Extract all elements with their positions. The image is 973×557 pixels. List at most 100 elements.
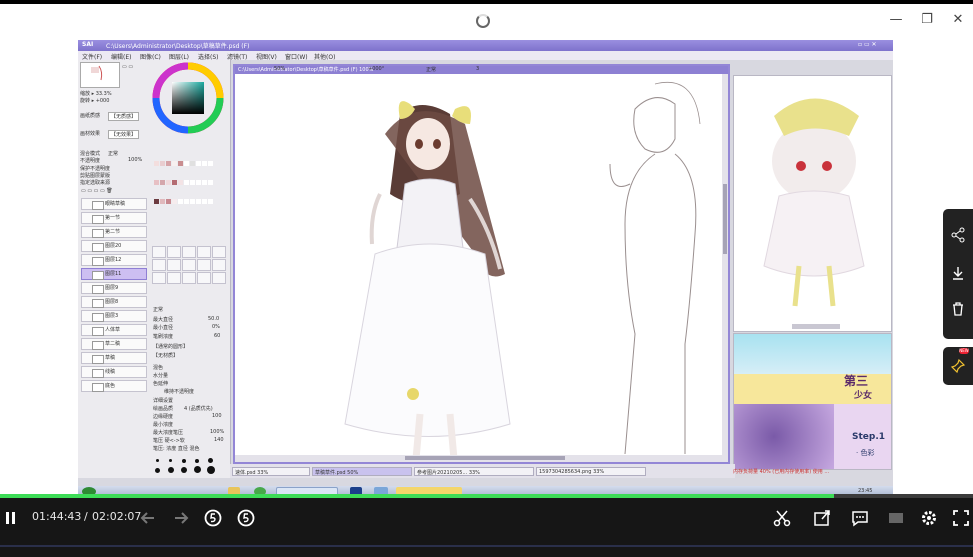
layer-buttons[interactable]: ▭ ▭ ▭ ▭ 🗑 — [81, 188, 113, 194]
share-out-icon[interactable] — [812, 508, 832, 528]
tool-select-eraser[interactable] — [182, 259, 196, 271]
fullscreen-icon[interactable] — [951, 508, 971, 528]
tool-watercolor[interactable] — [197, 246, 211, 258]
protect-opacity-checkbox[interactable]: 保护不透明度 — [80, 165, 110, 172]
tool-binary[interactable] — [212, 259, 226, 271]
chibi-preview — [763, 98, 865, 329]
layer-row[interactable]: 线稿 — [81, 366, 147, 378]
detail-settings-checkbox[interactable]: 详细设置 — [153, 397, 173, 404]
restore-button[interactable]: ❐ — [917, 12, 937, 27]
max-size-value[interactable]: 50.0 — [208, 316, 219, 322]
sai-menu-window[interactable]: 窗口(W) — [285, 52, 308, 61]
layer-row-selected[interactable]: 图层11 — [81, 268, 147, 280]
minimize-button[interactable]: — — [886, 12, 906, 27]
reference-image-window[interactable]: 第三 少女 Step.1 · 色彩 — [733, 333, 892, 470]
download-icon[interactable] — [950, 265, 966, 281]
next-icon[interactable] — [171, 508, 191, 528]
current-time: 01:44:43 — [32, 510, 82, 523]
layer-row[interactable]: 底色 — [81, 380, 147, 392]
sai-canvas-window[interactable]: C:\Users\Administrator\Desktop\草稿草件.psd … — [233, 64, 730, 464]
screen-icon[interactable] — [886, 508, 906, 528]
tool-dark-ink[interactable] — [212, 272, 226, 284]
color-wheel-icon[interactable] — [152, 62, 224, 134]
rewind-5-icon[interactable] — [203, 508, 223, 528]
quality-select[interactable]: 4 (品质优先) — [184, 405, 213, 412]
density-value[interactable]: 60 — [214, 333, 220, 339]
tool-bucket[interactable] — [197, 259, 211, 271]
tool-eraser[interactable] — [152, 259, 166, 271]
pin-badge: NEW — [959, 348, 969, 354]
canvas-zoom[interactable]: 50% — [274, 66, 285, 72]
blend-mode-select[interactable]: 正常 — [108, 150, 118, 157]
layer-row[interactable]: 图层12 — [81, 254, 147, 266]
total-time: 02:02:07 — [92, 510, 142, 523]
doc-tab[interactable]: 1597304285634.png 33% — [536, 467, 646, 476]
canvas-mode[interactable]: 正常 — [426, 66, 436, 73]
tool-pencil[interactable] — [152, 246, 166, 258]
sai-menu-view[interactable]: 视图(V) — [256, 52, 277, 61]
layer-row[interactable]: 草稿 — [81, 352, 147, 364]
reference-preview-window[interactable] — [733, 75, 892, 332]
canvas-horizontal-scrollbar[interactable] — [235, 455, 722, 462]
doc-tab-active[interactable]: 草稿草件.psd 50% — [312, 467, 412, 476]
sai-menu-other[interactable]: 其他(O) — [314, 52, 335, 61]
pressure-value[interactable]: 100% — [210, 429, 224, 435]
doc-tab[interactable]: 速体.psd 33% — [232, 467, 310, 476]
tool-smudge[interactable] — [152, 272, 166, 284]
tool-select-pen[interactable] — [167, 259, 181, 271]
canvas-vertical-scrollbar[interactable] — [722, 74, 728, 462]
press-value[interactable]: 140 — [214, 437, 224, 443]
layer-row[interactable]: 眼睛草稿 — [81, 198, 147, 210]
effect-select[interactable]: 【无效果】 — [108, 130, 140, 139]
edge-value[interactable]: 100 — [212, 413, 222, 419]
selection-source-checkbox[interactable]: 指定选取来源 — [80, 179, 110, 186]
tool-marker[interactable] — [212, 246, 226, 258]
prev-icon[interactable] — [138, 508, 158, 528]
layer-row[interactable]: 人体草 — [81, 324, 147, 336]
pause-icon[interactable] — [2, 508, 22, 528]
navigator-thumbnail[interactable] — [80, 62, 120, 88]
opacity-value[interactable]: 100% — [128, 157, 142, 163]
close-button[interactable]: ✕ — [948, 12, 968, 27]
settings-icon[interactable] — [919, 508, 939, 528]
tool-airbrush[interactable] — [167, 246, 181, 258]
scissors-icon[interactable] — [772, 508, 792, 528]
tool-washi[interactable] — [182, 272, 196, 284]
brush-texture-select[interactable]: 【无材质】 — [153, 352, 178, 359]
opacity-label: 不透明度 — [80, 158, 101, 164]
sai-layer-panel: ▭ ▭ 缩放 ▸ 33.3% 旋转 ▸ +000 画纸质感 【无质感】 画材效果… — [78, 60, 151, 478]
clipping-checkbox[interactable]: 剪贴图层蒙版 — [80, 172, 110, 179]
share-icon[interactable] — [950, 227, 966, 243]
doc-tab[interactable]: 参考图片20210205... 33% — [414, 467, 534, 476]
layer-row[interactable]: 图层9 — [81, 282, 147, 294]
pin-icon[interactable] — [950, 358, 966, 374]
tool-blur[interactable] — [167, 272, 181, 284]
min-size-value[interactable]: 0% — [212, 324, 220, 330]
layer-row[interactable]: 图层3 — [81, 310, 147, 322]
memory-status: 内存负荷量 40% (已用内存使用率) 使用 ... — [733, 469, 830, 475]
canvas-artwork[interactable] — [235, 74, 724, 459]
video-frame[interactable]: SAI C:\Users\Administrator\Desktop\草稿草件.… — [78, 40, 893, 497]
time-separator: / — [84, 510, 88, 523]
brush-shape-select[interactable]: 【通常的圆形】 — [153, 343, 188, 350]
comment-icon[interactable] — [850, 508, 870, 528]
canvas-angle[interactable]: +000° — [368, 66, 384, 72]
sai-tool-panel: 正常 最大直径 50.0 最小直径 0% 笔刷浓度 60 【通常的圆形】 【无材… — [150, 60, 231, 478]
color-swatches[interactable] — [154, 152, 224, 204]
layer-row[interactable]: 第二节 — [81, 226, 147, 238]
forward-5-icon[interactable] — [236, 508, 256, 528]
tool-brush[interactable] — [182, 246, 196, 258]
canvas-title-bar: C:\Users\Administrator\Desktop\草稿草件.psd … — [235, 66, 728, 74]
canvas-stabilizer[interactable]: 3 — [476, 66, 479, 72]
layer-row[interactable]: 图层20 — [81, 240, 147, 252]
delete-icon[interactable] — [950, 301, 966, 317]
brush-mode[interactable]: 正常 — [153, 306, 163, 313]
press-options[interactable]: 笔压: 浓度 直径 混色 — [153, 445, 199, 452]
texture-select[interactable]: 【无质感】 — [108, 112, 140, 121]
keep-opacity-checkbox[interactable]: 维持不透明度 — [164, 388, 194, 395]
layer-row[interactable]: 草二稿 — [81, 338, 147, 350]
layer-row[interactable]: 第一节 — [81, 212, 147, 224]
tool-ink[interactable] — [197, 272, 211, 284]
layer-row[interactable]: 图层8 — [81, 296, 147, 308]
sai-app-name: SAI — [82, 41, 94, 48]
